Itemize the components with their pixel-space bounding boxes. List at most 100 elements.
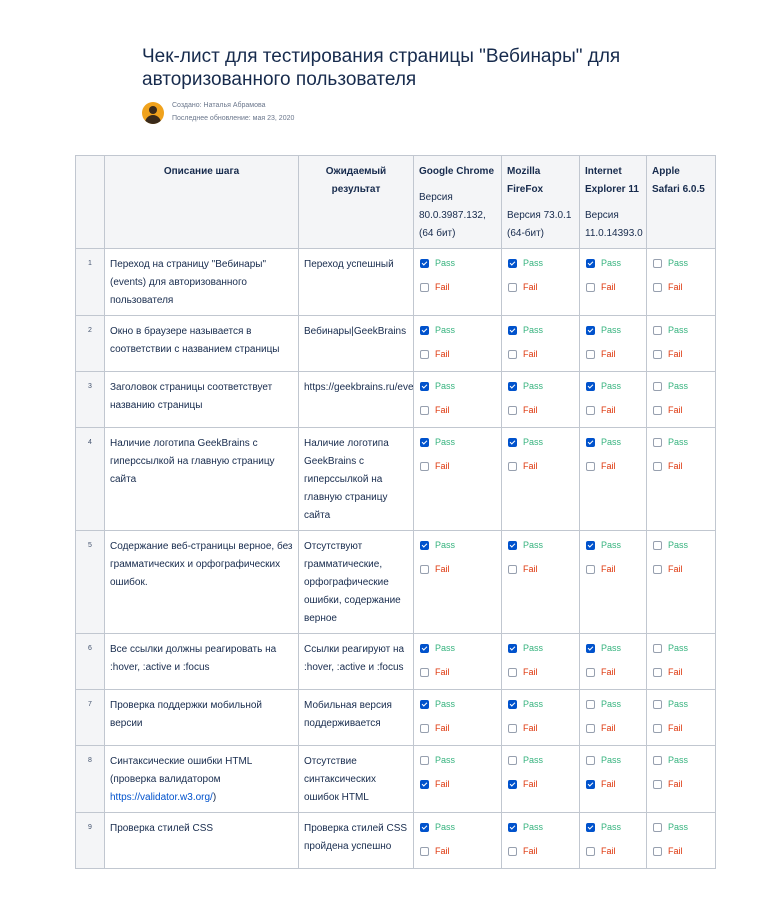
pass-checkbox-row[interactable]: Pass xyxy=(508,374,574,398)
fail-checkbox-row[interactable]: Fail xyxy=(653,454,710,478)
fail-checkbox-row[interactable]: Fail xyxy=(586,660,641,684)
fail-checkbox[interactable] xyxy=(508,349,517,359)
fail-checkbox[interactable] xyxy=(508,846,517,856)
fail-checkbox-row[interactable]: Fail xyxy=(420,275,496,299)
pass-checkbox[interactable] xyxy=(508,699,517,709)
fail-checkbox-row[interactable]: Fail xyxy=(653,772,710,796)
pass-checkbox-row[interactable]: Pass xyxy=(420,374,496,398)
fail-checkbox-row[interactable]: Fail xyxy=(653,342,710,366)
pass-checkbox[interactable] xyxy=(420,437,429,447)
pass-checkbox-row[interactable]: Pass xyxy=(420,636,496,660)
pass-checkbox[interactable] xyxy=(508,643,517,653)
fail-checkbox-row[interactable]: Fail xyxy=(653,660,710,684)
fail-checkbox[interactable] xyxy=(653,564,662,574)
fail-checkbox-row[interactable]: Fail xyxy=(586,716,641,740)
fail-checkbox[interactable] xyxy=(586,723,595,733)
pass-checkbox[interactable] xyxy=(508,755,517,765)
pass-checkbox[interactable] xyxy=(508,325,517,335)
pass-checkbox-row[interactable]: Pass xyxy=(586,815,641,839)
pass-checkbox-row[interactable]: Pass xyxy=(586,374,641,398)
pass-checkbox[interactable] xyxy=(586,540,595,550)
fail-checkbox-row[interactable]: Fail xyxy=(508,660,574,684)
pass-checkbox-row[interactable]: Pass xyxy=(420,748,496,772)
pass-checkbox-row[interactable]: Pass xyxy=(508,430,574,454)
fail-checkbox-row[interactable]: Fail xyxy=(420,557,496,581)
pass-checkbox[interactable] xyxy=(586,643,595,653)
pass-checkbox[interactable] xyxy=(653,699,662,709)
fail-checkbox-row[interactable]: Fail xyxy=(586,275,641,299)
pass-checkbox-row[interactable]: Pass xyxy=(508,815,574,839)
pass-checkbox-row[interactable]: Pass xyxy=(508,533,574,557)
fail-checkbox-row[interactable]: Fail xyxy=(508,839,574,863)
fail-checkbox[interactable] xyxy=(420,564,429,574)
pass-checkbox[interactable] xyxy=(653,540,662,550)
fail-checkbox-row[interactable]: Fail xyxy=(420,454,496,478)
fail-checkbox-row[interactable]: Fail xyxy=(420,342,496,366)
pass-checkbox[interactable] xyxy=(653,258,662,268)
pass-checkbox[interactable] xyxy=(420,258,429,268)
fail-checkbox[interactable] xyxy=(586,667,595,677)
pass-checkbox-row[interactable]: Pass xyxy=(420,430,496,454)
fail-checkbox[interactable] xyxy=(586,779,595,789)
fail-checkbox[interactable] xyxy=(586,282,595,292)
pass-checkbox-row[interactable]: Pass xyxy=(653,374,710,398)
fail-checkbox-row[interactable]: Fail xyxy=(508,557,574,581)
pass-checkbox[interactable] xyxy=(653,822,662,832)
pass-checkbox[interactable] xyxy=(508,540,517,550)
fail-checkbox[interactable] xyxy=(653,282,662,292)
fail-checkbox[interactable] xyxy=(653,846,662,856)
fail-checkbox[interactable] xyxy=(420,723,429,733)
fail-checkbox[interactable] xyxy=(653,349,662,359)
fail-checkbox[interactable] xyxy=(653,405,662,415)
pass-checkbox[interactable] xyxy=(508,437,517,447)
pass-checkbox-row[interactable]: Pass xyxy=(420,318,496,342)
fail-checkbox[interactable] xyxy=(420,846,429,856)
pass-checkbox[interactable] xyxy=(586,325,595,335)
pass-checkbox-row[interactable]: Pass xyxy=(508,636,574,660)
pass-checkbox-row[interactable]: Pass xyxy=(420,692,496,716)
fail-checkbox[interactable] xyxy=(508,461,517,471)
fail-checkbox-row[interactable]: Fail xyxy=(653,557,710,581)
fail-checkbox[interactable] xyxy=(586,846,595,856)
pass-checkbox-row[interactable]: Pass xyxy=(586,692,641,716)
pass-checkbox[interactable] xyxy=(508,258,517,268)
pass-checkbox[interactable] xyxy=(420,381,429,391)
pass-checkbox[interactable] xyxy=(653,643,662,653)
fail-checkbox[interactable] xyxy=(508,667,517,677)
pass-checkbox[interactable] xyxy=(420,699,429,709)
fail-checkbox[interactable] xyxy=(508,405,517,415)
fail-checkbox[interactable] xyxy=(420,282,429,292)
fail-checkbox[interactable] xyxy=(420,461,429,471)
fail-checkbox-row[interactable]: Fail xyxy=(508,398,574,422)
fail-checkbox-row[interactable]: Fail xyxy=(420,660,496,684)
fail-checkbox-row[interactable]: Fail xyxy=(653,398,710,422)
fail-checkbox-row[interactable]: Fail xyxy=(586,557,641,581)
pass-checkbox-row[interactable]: Pass xyxy=(508,748,574,772)
fail-checkbox-row[interactable]: Fail xyxy=(420,839,496,863)
fail-checkbox-row[interactable]: Fail xyxy=(508,454,574,478)
fail-checkbox[interactable] xyxy=(653,779,662,789)
fail-checkbox[interactable] xyxy=(508,564,517,574)
fail-checkbox[interactable] xyxy=(420,405,429,415)
fail-checkbox[interactable] xyxy=(420,667,429,677)
fail-checkbox-row[interactable]: Fail xyxy=(508,772,574,796)
pass-checkbox-row[interactable]: Pass xyxy=(420,533,496,557)
pass-checkbox-row[interactable]: Pass xyxy=(586,251,641,275)
pass-checkbox-row[interactable]: Pass xyxy=(508,692,574,716)
pass-checkbox[interactable] xyxy=(508,381,517,391)
pass-checkbox-row[interactable]: Pass xyxy=(586,636,641,660)
fail-checkbox[interactable] xyxy=(653,461,662,471)
pass-checkbox[interactable] xyxy=(653,381,662,391)
pass-checkbox-row[interactable]: Pass xyxy=(420,251,496,275)
pass-checkbox[interactable] xyxy=(508,822,517,832)
fail-checkbox-row[interactable]: Fail xyxy=(586,839,641,863)
pass-checkbox[interactable] xyxy=(420,643,429,653)
fail-checkbox[interactable] xyxy=(508,779,517,789)
fail-checkbox-row[interactable]: Fail xyxy=(586,398,641,422)
pass-checkbox[interactable] xyxy=(420,540,429,550)
pass-checkbox-row[interactable]: Pass xyxy=(586,748,641,772)
pass-checkbox[interactable] xyxy=(420,755,429,765)
fail-checkbox-row[interactable]: Fail xyxy=(420,772,496,796)
pass-checkbox[interactable] xyxy=(586,381,595,391)
fail-checkbox-row[interactable]: Fail xyxy=(508,716,574,740)
